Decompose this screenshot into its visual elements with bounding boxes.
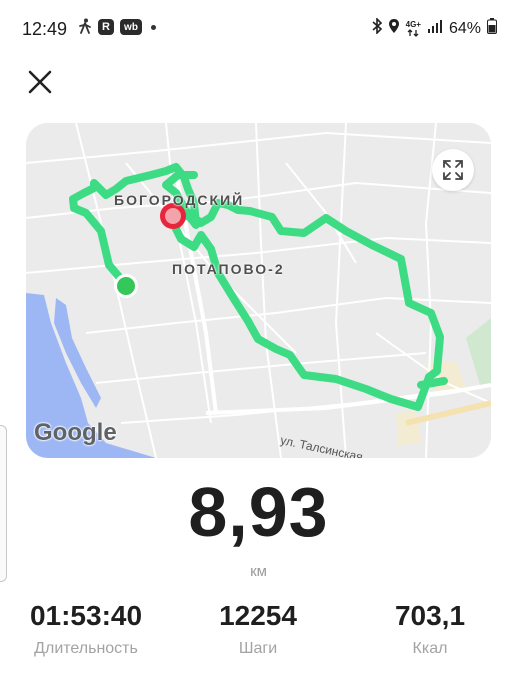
stat-steps-label: Шаги	[238, 640, 278, 657]
signal-icon	[427, 19, 443, 38]
status-right-icons: 4G+ 64%	[372, 17, 497, 39]
location-icon	[388, 18, 400, 39]
stat-duration: 01:53:40 Длительность	[8, 600, 164, 658]
network-4g-icon: 4G+	[405, 19, 421, 37]
distance-value: 8,93	[188, 473, 329, 551]
notification-dot-icon	[151, 24, 156, 30]
route-map[interactable]: БОГОРОДСКИЙ ПОТАПОВО-2 ул. Талсинская Go…	[26, 123, 491, 458]
map-label-district2: ПОТАПОВО-2	[172, 261, 285, 277]
status-time: 12:49	[22, 19, 68, 39]
google-attribution: Google	[34, 419, 117, 446]
status-bar: 12:49 R wb 4G+ 64%	[0, 0, 517, 58]
distance-unit: км	[250, 563, 267, 580]
stat-steps: 12254 Шаги	[180, 600, 336, 658]
stat-steps-value: 12254	[219, 600, 297, 631]
map-label-district1: БОГОРОДСКИЙ	[114, 192, 245, 208]
expand-map-button[interactable]	[432, 149, 474, 191]
walking-icon	[78, 18, 92, 36]
bluetooth-icon	[372, 17, 382, 39]
battery-percent: 64%	[448, 19, 481, 37]
close-button[interactable]	[24, 66, 56, 98]
app-wb-icon: wb	[120, 19, 142, 35]
stat-calories: 703,1 Ккал	[352, 600, 508, 658]
stat-calories-value: 703,1	[394, 600, 466, 631]
network-type-label: 4G+	[405, 19, 421, 29]
stat-duration-label: Длительность	[34, 640, 138, 657]
status-left-icons: R wb	[78, 18, 156, 36]
stat-calories-label: Ккал	[412, 640, 448, 657]
app-r-icon: R	[98, 19, 114, 35]
map-canvas	[26, 123, 491, 458]
stat-duration-value: 01:53:40	[29, 600, 143, 631]
battery-icon	[487, 18, 497, 39]
expand-icon	[443, 160, 463, 180]
close-icon	[28, 70, 52, 94]
